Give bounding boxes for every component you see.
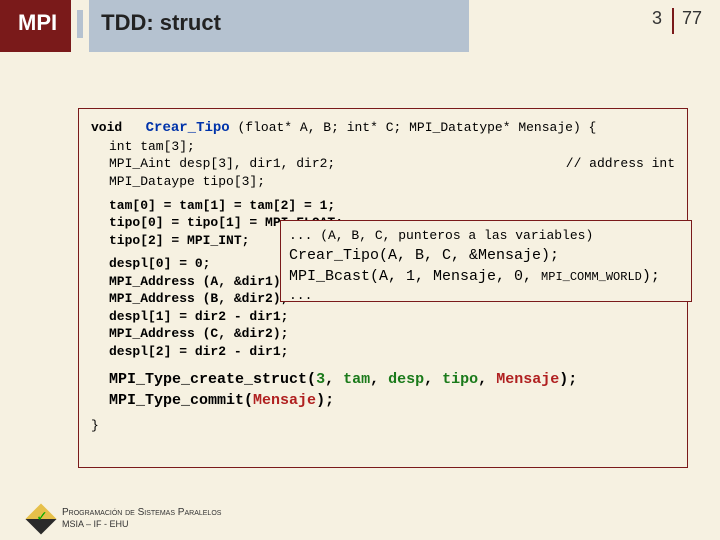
decl-tipo: MPI_Dataype tipo[3]; <box>109 174 265 189</box>
sep2: , <box>370 371 388 388</box>
page-current: 3 <box>642 8 672 29</box>
closing-brace: } <box>91 417 675 435</box>
call-addr-c: MPI_Address (C, &dir2); <box>91 325 675 343</box>
sep3: , <box>424 371 442 388</box>
sep4: , <box>478 371 496 388</box>
arg-desp: desp <box>388 371 424 388</box>
page-total: 77 <box>674 8 710 29</box>
assign-despl2: despl[2] = dir2 - dir1; <box>91 343 675 361</box>
slide-footer: Programación de Sistemas Paralelos MSIA … <box>30 507 221 530</box>
arg-tam: tam <box>343 371 370 388</box>
code-block-overlay: ... (A, B, C, punteros a las variables) … <box>280 220 692 302</box>
decl-tam: int tam[3]; <box>109 139 195 154</box>
overlay-comment: ... (A, B, C, punteros a las variables) <box>289 227 683 245</box>
footer-line2: MSIA – IF - EHU <box>62 519 221 530</box>
paren-close: ); <box>559 371 577 388</box>
assign-tam: tam[0] = tam[1] = tam[2] = 1; <box>91 197 675 215</box>
fn-signature: (float* A, B; int* C; MPI_Datatype* Mens… <box>237 120 596 135</box>
header-badge: MPI <box>0 0 71 52</box>
decl-desp: MPI_Aint desp[3], dir1, dir2; <box>109 155 335 173</box>
logo-icon <box>25 503 56 534</box>
header-separator <box>77 10 83 38</box>
page-indicator: 3 77 <box>642 8 710 34</box>
overlay-comm-world: MPI_COMM_WORLD <box>541 270 642 284</box>
overlay-bcast-a: MPI_Bcast(A, 1, Mensaje, 0, <box>289 268 541 285</box>
paren-open: ( <box>307 371 316 388</box>
overlay-bcast-c: ); <box>642 268 660 285</box>
arg-mensaje: Mensaje <box>496 371 559 388</box>
arg-3: 3 <box>316 371 325 388</box>
comment-address-int: // address int <box>566 155 675 173</box>
fn-type-create-struct: MPI_Type_create_struct <box>109 371 307 388</box>
assign-despl1: despl[1] = dir2 - dir1; <box>91 308 675 326</box>
arg-tipo: tipo <box>442 371 478 388</box>
slide-title: TDD: struct <box>89 0 469 52</box>
commit-close: ); <box>316 392 334 409</box>
footer-line1: Programación de Sistemas Paralelos <box>62 507 221 519</box>
slide-header: MPI TDD: struct <box>0 0 469 52</box>
sep1: , <box>325 371 343 388</box>
fn-type-commit: MPI_Type_commit <box>109 392 244 409</box>
overlay-ellipsis: ... <box>289 287 683 305</box>
commit-arg-mensaje: Mensaje <box>253 392 316 409</box>
kw-void: void <box>91 120 122 135</box>
overlay-crear-tipo: Crear_Tipo(A, B, C, &Mensaje); <box>289 245 683 266</box>
fn-crear-tipo: Crear_Tipo <box>146 120 230 136</box>
commit-open: ( <box>244 392 253 409</box>
